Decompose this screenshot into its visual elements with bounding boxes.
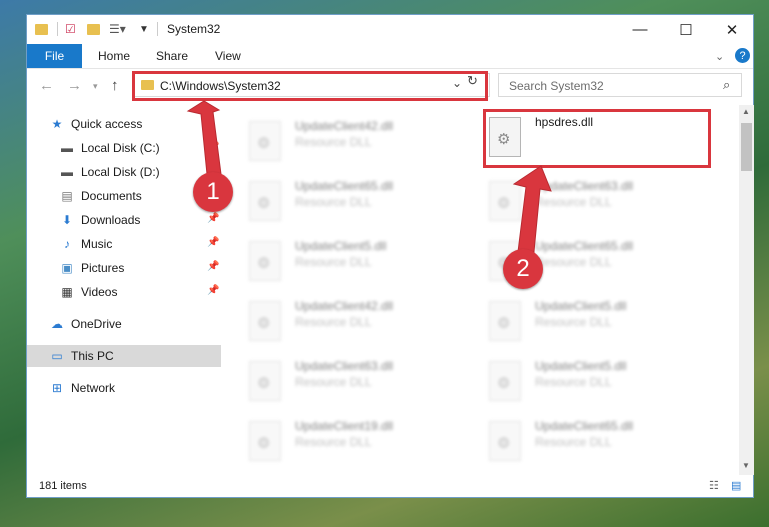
arrow-2 [512, 165, 552, 263]
annotation-arrows [186, 100, 552, 263]
step-1-badge: 1 [193, 172, 233, 212]
step-2-badge: 2 [503, 249, 543, 289]
